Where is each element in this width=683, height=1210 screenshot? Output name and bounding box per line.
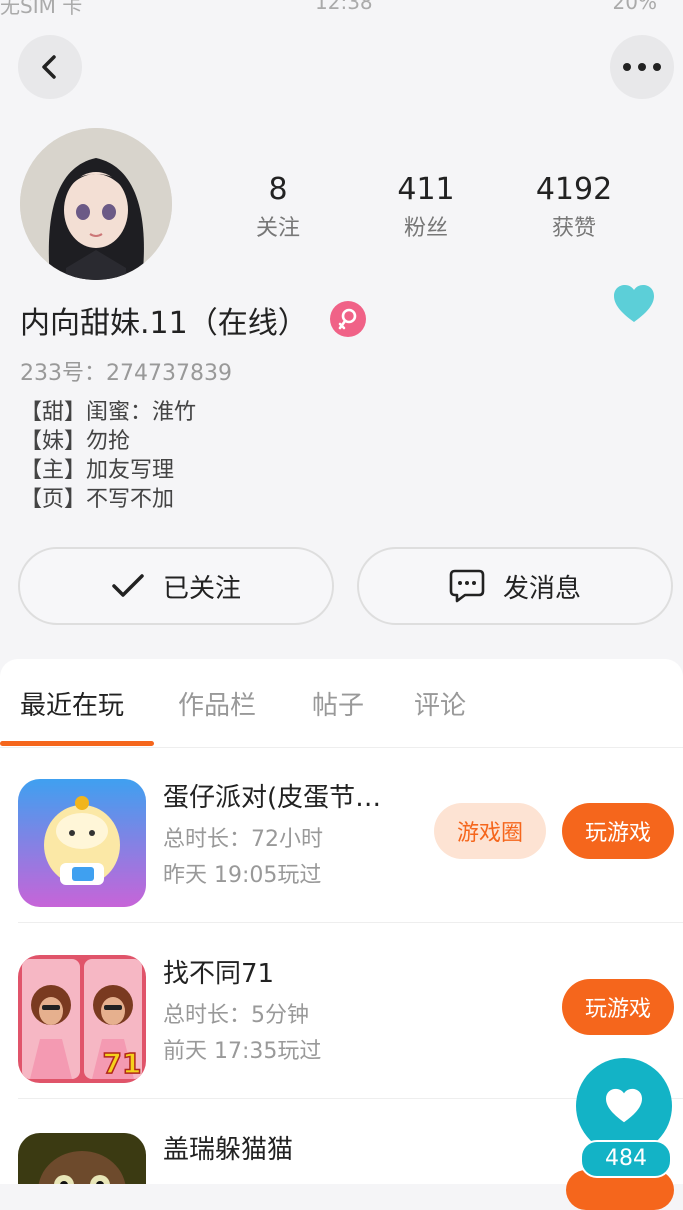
game-icon-find-difference[interactable]: 71	[18, 955, 146, 1083]
list-item[interactable]: 71 找不同71 总时长：5分钟 前天 17:35玩过 玩游戏	[0, 923, 683, 1099]
status-bar: 无SIM 卡 12:38 20%	[0, 0, 683, 18]
game-last-played: 前天 17:35玩过	[163, 1039, 322, 1064]
play-game-button[interactable]: 玩游戏	[562, 979, 674, 1035]
tab-works[interactable]: 作品栏	[178, 685, 256, 722]
bio-line: 【主】加友写理	[20, 458, 175, 483]
avatar[interactable]	[20, 128, 172, 280]
tab-recent-play[interactable]: 最近在玩	[20, 685, 124, 722]
tab-posts[interactable]: 帖子	[312, 685, 364, 722]
tab-bar: 最近在玩 作品栏 帖子 评论	[0, 659, 683, 748]
favorite-heart-icon[interactable]	[612, 284, 656, 328]
stat-fans[interactable]: 411 粉丝	[366, 172, 486, 242]
carrier-text: 无SIM 卡	[0, 0, 83, 18]
user-id: 233号：274737839	[20, 361, 232, 386]
time-text: 12:38	[315, 0, 373, 14]
heart-icon	[606, 1088, 642, 1123]
game-name: 盖瑞躲猫猫	[163, 1135, 294, 1165]
like-count: 484	[580, 1140, 672, 1178]
stat-following[interactable]: 8 关注	[218, 172, 338, 242]
svg-text:71: 71	[103, 1047, 142, 1080]
game-circle-button[interactable]: 游戏圈	[434, 803, 546, 859]
check-icon	[112, 574, 144, 597]
send-message-label: 发消息	[502, 573, 581, 604]
more-dots-icon	[623, 63, 661, 71]
game-icon-eggy-party[interactable]	[18, 779, 146, 907]
game-duration: 总时长：72小时	[163, 827, 323, 852]
chevron-left-icon	[42, 55, 56, 79]
game-duration: 总时长：5分钟	[163, 1003, 309, 1028]
stat-likes[interactable]: 4192 获赞	[514, 172, 634, 242]
avatar-image	[20, 128, 172, 280]
game-last-played: 昨天 19:05玩过	[163, 863, 322, 888]
stat-label: 关注	[255, 216, 300, 241]
bio-line: 【页】不写不加	[20, 487, 175, 512]
bio-line: 【甜】闺蜜：淮竹	[20, 400, 197, 425]
game-icon-garry-hide-seek[interactable]	[18, 1133, 146, 1184]
bio-line: 【妹】勿抢	[20, 429, 131, 454]
tab-indicator	[0, 741, 154, 746]
chat-bubble-icon	[449, 569, 485, 603]
back-button[interactable]	[18, 35, 82, 99]
stat-value: 8	[268, 172, 288, 207]
play-game-button[interactable]: 玩游戏	[562, 803, 674, 859]
more-button[interactable]	[610, 35, 674, 99]
battery-text: 20%	[612, 0, 657, 14]
nickname: 内向甜妹.11（在线）	[20, 306, 308, 341]
stat-label: 粉丝	[403, 216, 448, 241]
female-icon	[330, 301, 366, 337]
stat-value: 4192	[535, 172, 613, 207]
followed-button[interactable]: 已关注	[18, 547, 334, 625]
game-name: 蛋仔派对(皮蛋节…	[163, 783, 382, 813]
tab-comments[interactable]: 评论	[414, 685, 466, 722]
list-item[interactable]: 蛋仔派对(皮蛋节… 总时长：72小时 昨天 19:05玩过 游戏圈 玩游戏	[0, 747, 683, 923]
game-name: 找不同71	[163, 959, 275, 989]
followed-label: 已关注	[162, 573, 241, 604]
bio: 【甜】闺蜜：淮竹 【妹】勿抢 【主】加友写理 【页】不写不加	[20, 398, 196, 514]
stat-value: 411	[397, 172, 455, 207]
send-message-button[interactable]: 发消息	[357, 547, 673, 625]
stat-label: 获赞	[551, 216, 596, 241]
